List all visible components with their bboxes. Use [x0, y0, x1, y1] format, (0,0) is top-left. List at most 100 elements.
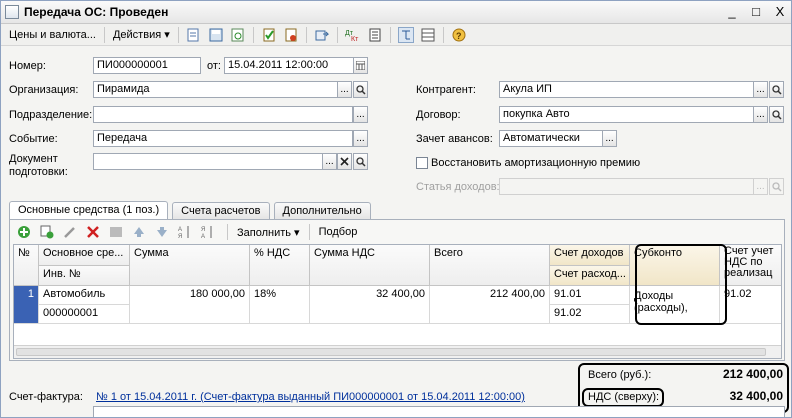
- select-ellipsis-icon[interactable]: ...: [753, 106, 768, 123]
- sum-cell[interactable]: 180 000,00: [130, 286, 250, 324]
- post-close-icon[interactable]: [186, 27, 202, 43]
- date-label: от:: [207, 60, 221, 72]
- expense-account-cell[interactable]: 91.02: [550, 305, 630, 324]
- subconto-highlight: [635, 244, 727, 325]
- organization-field[interactable]: Пирамида: [93, 81, 338, 98]
- end-edit-icon[interactable]: [108, 224, 124, 240]
- tab-additional[interactable]: Дополнительно: [273, 202, 371, 220]
- copy-row-icon[interactable]: [39, 224, 55, 240]
- post-icon[interactable]: [261, 27, 277, 43]
- col-header-expense-account[interactable]: Счет расход...: [550, 266, 630, 286]
- scrollbar-thumb[interactable]: [16, 348, 766, 356]
- svg-text:Я: Я: [201, 227, 205, 233]
- event-field[interactable]: Передача: [93, 130, 353, 147]
- contractor-field[interactable]: Акула ИП: [499, 81, 754, 98]
- close-button[interactable]: X: [773, 4, 787, 19]
- table-icon[interactable]: [420, 27, 436, 43]
- income-account-cell[interactable]: 91.01: [550, 286, 630, 305]
- col-header-income-account[interactable]: Счет доходов: [550, 245, 630, 266]
- invoice-link[interactable]: № 1 от 15.04.2011 г. (Счет-фактура выдан…: [96, 391, 525, 403]
- contract-label: Договор:: [416, 109, 461, 121]
- actions-menu-button[interactable]: Действия ▾: [109, 28, 174, 41]
- total-value: 212 400,00: [722, 367, 783, 381]
- select-ellipsis-icon[interactable]: ...: [602, 130, 617, 147]
- search-icon[interactable]: [769, 106, 784, 123]
- col-header-vat-sum[interactable]: Сумма НДС: [310, 245, 430, 286]
- horizontal-scrollbar[interactable]: [14, 345, 781, 358]
- prices-currency-button[interactable]: Цены и валюта...: [5, 29, 100, 41]
- col-header-vat-rate[interactable]: % НДС: [250, 245, 310, 286]
- department-field[interactable]: [93, 106, 353, 123]
- search-icon[interactable]: [769, 81, 784, 98]
- delete-row-icon[interactable]: [85, 224, 101, 240]
- asset-cell[interactable]: Автомобиль: [39, 286, 130, 305]
- document-icon: [5, 5, 19, 19]
- date-field[interactable]: 15.04.2011 12:00:00: [224, 57, 354, 74]
- tab-fixed-assets[interactable]: Основные средства (1 поз.): [9, 201, 169, 220]
- select-ellipsis-icon[interactable]: ...: [353, 106, 368, 123]
- invoice-label: Счет-фактура:: [9, 391, 83, 403]
- restore-premium-checkbox[interactable]: [416, 157, 428, 169]
- select-ellipsis-icon: ...: [753, 178, 768, 195]
- advance-field[interactable]: Автоматически: [499, 130, 603, 147]
- window-title: Передача ОС: Проведен: [24, 5, 169, 19]
- dt-kt-icon[interactable]: Дт Кт: [345, 27, 361, 43]
- save-icon[interactable]: [208, 27, 224, 43]
- calendar-icon[interactable]: [353, 57, 368, 74]
- move-down-icon[interactable]: [154, 224, 170, 240]
- svg-text:A: A: [178, 227, 182, 233]
- event-label: Событие:: [9, 133, 58, 145]
- income-item-label: Статья доходов:: [416, 181, 500, 193]
- col-header-asset[interactable]: Основное сре...: [39, 245, 130, 266]
- tab-bar: Основные средства (1 поз.) Счета расчето…: [9, 201, 375, 220]
- vat-value: 32 400,00: [729, 389, 783, 403]
- col-header-vat-account[interactable]: Счет учет НДС по реализац: [720, 245, 781, 286]
- minimize-button[interactable]: _: [725, 4, 739, 19]
- col-header-inv[interactable]: Инв. №: [39, 266, 130, 286]
- sort-desc-icon[interactable]: ЯA: [200, 224, 216, 240]
- col-header-n[interactable]: №: [14, 245, 39, 286]
- help-icon[interactable]: ?: [451, 27, 467, 43]
- based-on-icon[interactable]: [314, 27, 330, 43]
- svg-text:Я: Я: [178, 234, 182, 239]
- vat-account-cell[interactable]: 91.02: [720, 286, 781, 324]
- unpost-icon[interactable]: [283, 27, 299, 43]
- comment-field[interactable]: [93, 406, 785, 417]
- department-label: Подразделение:: [9, 109, 93, 121]
- main-toolbar: Цены и валюта... Действия ▾ Дт Кт ?: [1, 24, 791, 46]
- move-up-icon[interactable]: [131, 224, 147, 240]
- tab-accounts[interactable]: Счета расчетов: [172, 202, 270, 220]
- vat-sum-cell[interactable]: 32 400,00: [310, 286, 430, 324]
- select-ellipsis-icon[interactable]: ...: [322, 153, 337, 170]
- search-icon: [769, 178, 784, 195]
- search-icon[interactable]: [353, 81, 368, 98]
- select-ellipsis-icon[interactable]: ...: [353, 130, 368, 147]
- total-cell[interactable]: 212 400,00: [430, 286, 550, 324]
- col-header-sum[interactable]: Сумма: [130, 245, 250, 286]
- sort-asc-icon[interactable]: AЯ: [177, 224, 193, 240]
- refresh-icon[interactable]: [230, 27, 246, 43]
- fill-menu-button[interactable]: Заполнить ▾: [232, 226, 305, 239]
- col-header-total[interactable]: Всего: [430, 245, 550, 286]
- maximize-button[interactable]: □: [749, 4, 763, 19]
- svg-text:?: ?: [456, 31, 462, 41]
- restore-premium-label: Восстановить амортизационную премию: [431, 157, 641, 169]
- edit-row-icon[interactable]: [62, 224, 78, 240]
- clear-icon[interactable]: [337, 153, 352, 170]
- organization-label: Организация:: [9, 84, 79, 96]
- contract-field[interactable]: покупка Авто: [499, 106, 754, 123]
- inv-number-cell[interactable]: 000000001: [39, 305, 130, 324]
- structure-icon[interactable]: [397, 26, 414, 43]
- select-ellipsis-icon[interactable]: ...: [337, 81, 352, 98]
- total-label: Всего (руб.):: [588, 369, 652, 381]
- contractor-label: Контрагент:: [416, 84, 476, 96]
- report-icon[interactable]: [367, 27, 383, 43]
- search-icon[interactable]: [353, 153, 368, 170]
- number-field[interactable]: ПИ000000001: [93, 57, 201, 74]
- row-number-cell[interactable]: 1: [14, 286, 39, 324]
- document-field[interactable]: [93, 153, 323, 170]
- select-button[interactable]: Подбор: [314, 226, 363, 238]
- select-ellipsis-icon[interactable]: ...: [753, 81, 768, 98]
- add-row-icon[interactable]: [16, 224, 32, 240]
- vat-rate-cell[interactable]: 18%: [250, 286, 310, 324]
